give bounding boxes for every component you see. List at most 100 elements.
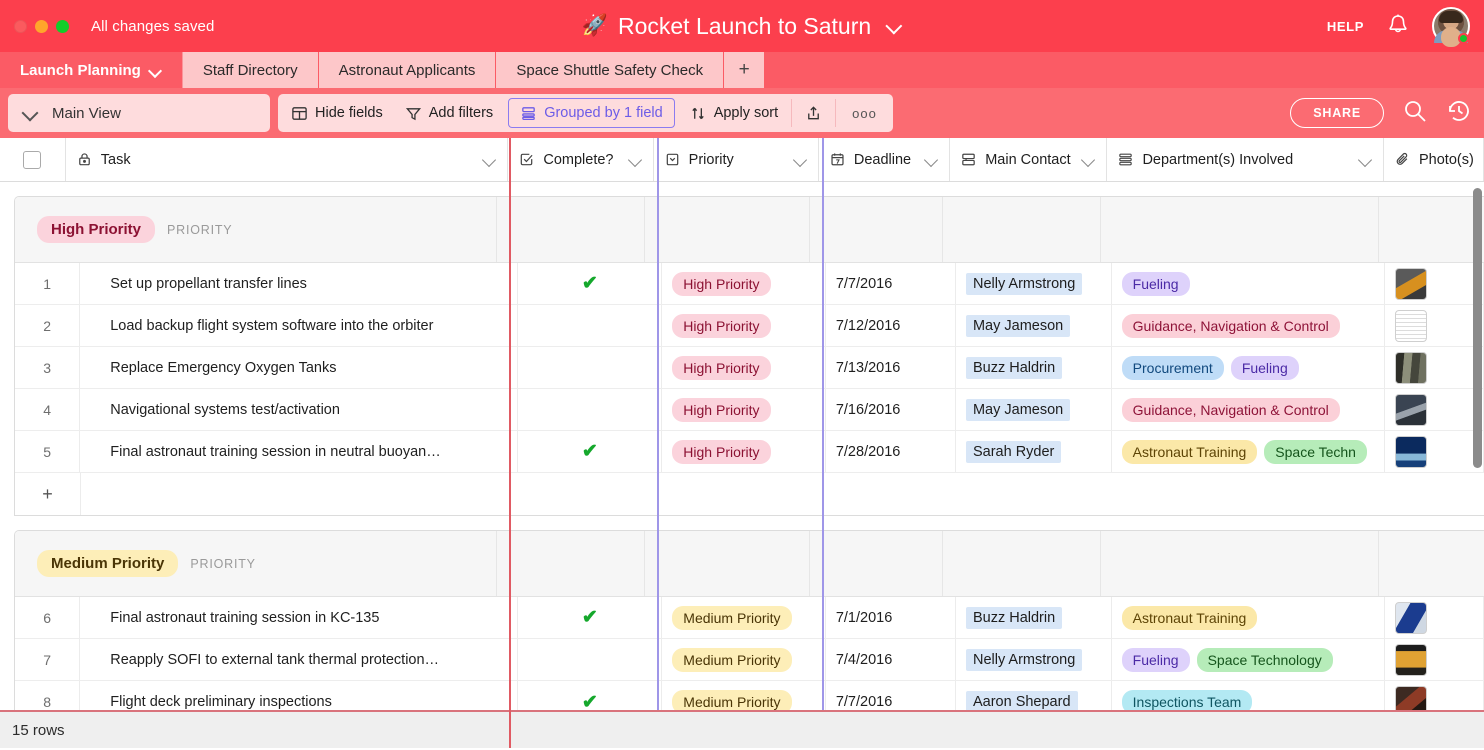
cell-photos[interactable] <box>1385 639 1484 680</box>
cell-photos[interactable] <box>1385 347 1484 388</box>
cell-complete[interactable]: ✔ <box>518 263 662 304</box>
column-header-priority[interactable]: Priority <box>654 138 819 181</box>
bell-icon[interactable] <box>1386 13 1410 39</box>
cell-main-contact[interactable]: Buzz Haldrin <box>956 597 1112 638</box>
hide-fields-button[interactable]: Hide fields <box>280 98 394 128</box>
cell-complete[interactable] <box>518 305 662 346</box>
chevron-down-icon[interactable] <box>1081 152 1096 167</box>
chevron-down-icon[interactable] <box>628 152 643 167</box>
grid-body[interactable]: High Priority PRIORITY 1 Set up propella… <box>0 182 1484 710</box>
cell-departments[interactable]: Fueling Space Technology <box>1112 639 1386 680</box>
table-row[interactable]: 3 Replace Emergency Oxygen Tanks High Pr… <box>15 347 1484 389</box>
chevron-down-icon[interactable] <box>924 152 939 167</box>
cell-main-contact[interactable]: May Jameson <box>956 305 1112 346</box>
vertical-scrollbar[interactable] <box>1473 188 1482 468</box>
cell-deadline[interactable]: 7/28/2016 <box>826 431 956 472</box>
cell-departments[interactable]: Procurement Fueling <box>1112 347 1386 388</box>
cell-departments[interactable]: Astronaut Training <box>1112 597 1386 638</box>
select-all-cell[interactable] <box>0 138 66 181</box>
help-button[interactable]: HELP <box>1327 19 1364 34</box>
cell-photos[interactable] <box>1385 389 1484 430</box>
column-header-task[interactable]: Task <box>66 138 509 181</box>
cell-priority[interactable]: High Priority <box>662 263 826 304</box>
close-window-button[interactable] <box>14 20 27 33</box>
add-row-high-priority[interactable]: + <box>15 473 1484 515</box>
table-row[interactable]: 4 Navigational systems test/activation H… <box>15 389 1484 431</box>
grouped-by-button[interactable]: Grouped by 1 field <box>508 98 675 128</box>
cell-complete[interactable] <box>518 347 662 388</box>
column-header-main-contact[interactable]: Main Contact <box>950 138 1107 181</box>
select-all-checkbox[interactable] <box>23 151 41 169</box>
table-row[interactable]: 5 Final astronaut training session in ne… <box>15 431 1484 473</box>
cell-task[interactable]: Load backup flight system software into … <box>80 305 518 346</box>
group-header[interactable]: Medium Priority PRIORITY <box>15 531 1484 597</box>
cell-main-contact[interactable]: May Jameson <box>956 389 1112 430</box>
chevron-down-icon[interactable] <box>482 152 497 167</box>
table-row[interactable]: 2 Load backup flight system software int… <box>15 305 1484 347</box>
cell-deadline[interactable]: 7/13/2016 <box>826 347 956 388</box>
cell-complete[interactable]: ✔ <box>518 431 662 472</box>
add-table-button[interactable]: + <box>724 52 764 88</box>
share-button[interactable]: SHARE <box>1290 98 1384 128</box>
add-row-button[interactable]: + <box>15 473 81 515</box>
cell-photos[interactable] <box>1385 263 1484 304</box>
cell-photos[interactable] <box>1385 305 1484 346</box>
cell-complete[interactable] <box>518 639 662 680</box>
cell-task[interactable]: Final astronaut training session in neut… <box>80 431 518 472</box>
view-selector[interactable]: Main View <box>8 94 270 132</box>
history-icon[interactable] <box>1446 98 1472 129</box>
search-icon[interactable] <box>1402 98 1428 129</box>
tab-staff-directory[interactable]: Staff Directory <box>183 52 319 88</box>
apply-sort-button[interactable]: Apply sort <box>679 98 789 128</box>
avatar[interactable] <box>1432 7 1470 45</box>
cell-task[interactable]: Navigational systems test/activation <box>80 389 518 430</box>
cell-departments[interactable]: Inspections Team <box>1112 681 1386 710</box>
cell-departments[interactable]: Guidance, Navigation & Control <box>1112 389 1386 430</box>
cell-deadline[interactable]: 7/16/2016 <box>826 389 956 430</box>
cell-task[interactable]: Final astronaut training session in KC-1… <box>80 597 518 638</box>
column-header-deadline[interactable]: Deadline <box>819 138 950 181</box>
cell-deadline[interactable]: 7/4/2016 <box>826 639 956 680</box>
share-view-button[interactable] <box>794 98 833 128</box>
maximize-window-button[interactable] <box>56 20 69 33</box>
cell-main-contact[interactable]: Aaron Shepard <box>956 681 1112 710</box>
window-controls[interactable] <box>0 20 69 33</box>
table-row[interactable]: 7 Reapply SOFI to external tank thermal … <box>15 639 1484 681</box>
cell-task[interactable]: Replace Emergency Oxygen Tanks <box>80 347 518 388</box>
cell-deadline[interactable]: 7/7/2016 <box>826 263 956 304</box>
cell-deadline[interactable]: 7/12/2016 <box>826 305 956 346</box>
chevron-down-icon[interactable] <box>793 152 808 167</box>
cell-deadline[interactable]: 7/1/2016 <box>826 597 956 638</box>
cell-main-contact[interactable]: Buzz Haldrin <box>956 347 1112 388</box>
table-row[interactable]: 6 Final astronaut training session in KC… <box>15 597 1484 639</box>
cell-complete[interactable]: ✔ <box>518 597 662 638</box>
tab-astronaut-applicants[interactable]: Astronaut Applicants <box>319 52 497 88</box>
cell-main-contact[interactable]: Sarah Ryder <box>956 431 1112 472</box>
cell-departments[interactable]: Guidance, Navigation & Control <box>1112 305 1386 346</box>
cell-photos[interactable] <box>1385 597 1484 638</box>
column-header-complete[interactable]: Complete? <box>508 138 653 181</box>
chevron-down-icon[interactable] <box>149 64 162 77</box>
chevron-down-icon[interactable] <box>1358 152 1373 167</box>
cell-priority[interactable]: High Priority <box>662 305 826 346</box>
more-options-button[interactable]: ooo <box>838 98 891 128</box>
table-row[interactable]: 8 Flight deck preliminary inspections ✔ … <box>15 681 1484 710</box>
cell-priority[interactable]: Medium Priority <box>662 597 826 638</box>
add-filters-button[interactable]: Add filters <box>394 98 504 128</box>
column-header-photos[interactable]: Photo(s) <box>1384 138 1484 181</box>
cell-priority[interactable]: High Priority <box>662 347 826 388</box>
cell-task[interactable]: Flight deck preliminary inspections <box>80 681 518 710</box>
cell-priority[interactable]: High Priority <box>662 389 826 430</box>
cell-deadline[interactable]: 7/7/2016 <box>826 681 956 710</box>
cell-main-contact[interactable]: Nelly Armstrong <box>956 263 1112 304</box>
cell-task[interactable]: Set up propellant transfer lines <box>80 263 518 304</box>
cell-departments[interactable]: Astronaut Training Space Techn <box>1112 431 1386 472</box>
group-header[interactable]: High Priority PRIORITY <box>15 197 1484 263</box>
chevron-down-icon[interactable] <box>887 19 902 34</box>
tab-launch-planning[interactable]: Launch Planning <box>0 52 183 88</box>
cell-departments[interactable]: Fueling <box>1112 263 1386 304</box>
column-header-departments[interactable]: Department(s) Involved <box>1107 138 1384 181</box>
table-row[interactable]: 1 Set up propellant transfer lines ✔ Hig… <box>15 263 1484 305</box>
minimize-window-button[interactable] <box>35 20 48 33</box>
cell-photos[interactable] <box>1385 431 1484 472</box>
